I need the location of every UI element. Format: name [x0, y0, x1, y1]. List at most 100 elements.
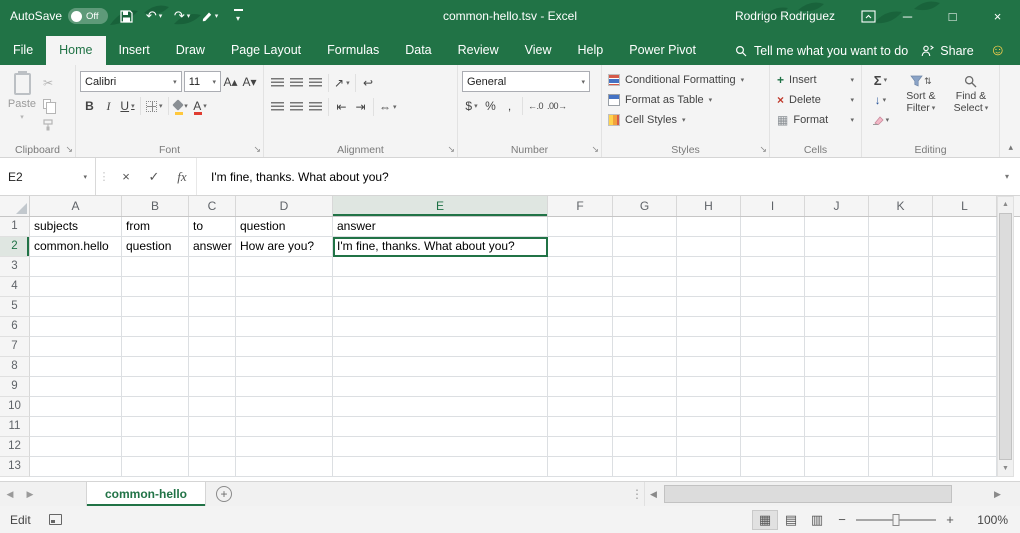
cut-button[interactable]: ✂ — [40, 73, 60, 92]
cell-I6[interactable] — [741, 317, 805, 337]
sort-filter-button[interactable]: ⇅ Sort & Filter ▾ — [897, 70, 945, 130]
percent-style-button[interactable]: % — [481, 96, 500, 116]
cell-F1[interactable] — [548, 217, 613, 237]
zoom-slider-thumb[interactable] — [893, 514, 900, 526]
cell-E4[interactable] — [333, 277, 548, 297]
row-header-13[interactable]: 13 — [0, 457, 30, 477]
column-header-F[interactable]: F — [548, 196, 613, 216]
cell-I13[interactable] — [741, 457, 805, 477]
cell-L6[interactable] — [933, 317, 997, 337]
cell-I10[interactable] — [741, 397, 805, 417]
row-header-12[interactable]: 12 — [0, 437, 30, 457]
cell-A8[interactable] — [30, 357, 122, 377]
cell-G2[interactable] — [613, 237, 677, 257]
font-size-combo[interactable]: 11 ▾ — [184, 71, 221, 92]
cell-K3[interactable] — [869, 257, 933, 277]
row-header-3[interactable]: 3 — [0, 257, 30, 277]
cell-E2[interactable]: I'm fine, thanks. What about you? — [333, 237, 548, 257]
cell-B4[interactable] — [122, 277, 189, 297]
cell-I12[interactable] — [741, 437, 805, 457]
horizontal-scroll-thumb[interactable] — [664, 485, 952, 503]
cell-L2[interactable] — [933, 237, 997, 257]
row-header-5[interactable]: 5 — [0, 297, 30, 317]
cell-J4[interactable] — [805, 277, 869, 297]
cell-A2[interactable]: common.hello — [30, 237, 122, 257]
cell-E9[interactable] — [333, 377, 548, 397]
cell-K1[interactable] — [869, 217, 933, 237]
cell-C11[interactable] — [189, 417, 236, 437]
cell-E12[interactable] — [333, 437, 548, 457]
cell-J1[interactable] — [805, 217, 869, 237]
cell-L11[interactable] — [933, 417, 997, 437]
cell-B1[interactable]: from — [122, 217, 189, 237]
column-header-K[interactable]: K — [869, 196, 933, 216]
column-header-D[interactable]: D — [236, 196, 333, 216]
cell-D10[interactable] — [236, 397, 333, 417]
page-break-view-button[interactable]: ▥ — [804, 510, 830, 530]
decrease-font-size-button[interactable]: A▾ — [240, 72, 259, 92]
cell-G8[interactable] — [613, 357, 677, 377]
cell-J11[interactable] — [805, 417, 869, 437]
cell-D7[interactable] — [236, 337, 333, 357]
collapse-ribbon-button[interactable]: ▴ — [1008, 142, 1013, 153]
middle-align-button[interactable] — [287, 73, 306, 93]
cell-B10[interactable] — [122, 397, 189, 417]
cell-B2[interactable]: question — [122, 237, 189, 257]
align-center-button[interactable] — [287, 97, 306, 117]
cell-H11[interactable] — [677, 417, 741, 437]
column-header-I[interactable]: I — [741, 196, 805, 216]
cell-H2[interactable] — [677, 237, 741, 257]
ribbon-tab-data[interactable]: Data — [392, 36, 444, 65]
copy-button[interactable]: ▾ — [40, 94, 60, 113]
cell-G4[interactable] — [613, 277, 677, 297]
find-select-button[interactable]: Find & Select ▾ — [947, 70, 995, 130]
column-header-E[interactable]: E — [333, 196, 548, 216]
cell-K7[interactable] — [869, 337, 933, 357]
cell-K8[interactable] — [869, 357, 933, 377]
customize-quick-access-button[interactable]: ▾ — [228, 4, 248, 28]
cell-B8[interactable] — [122, 357, 189, 377]
previous-sheet-button[interactable]: ◀ — [0, 482, 20, 506]
horizontal-scroll-track[interactable] — [662, 482, 989, 506]
cell-G13[interactable] — [613, 457, 677, 477]
format-painter-button[interactable] — [40, 115, 60, 134]
cell-H7[interactable] — [677, 337, 741, 357]
font-dialog-launcher[interactable]: ↘ — [253, 144, 261, 155]
clipboard-dialog-launcher[interactable]: ↘ — [65, 144, 73, 155]
cell-G12[interactable] — [613, 437, 677, 457]
undo-button[interactable]: ↶ ▾ — [144, 4, 164, 28]
ribbon-tab-file[interactable]: File — [0, 36, 46, 65]
cell-F3[interactable] — [548, 257, 613, 277]
expand-formula-bar-button[interactable]: ▾ — [994, 158, 1020, 195]
cell-I7[interactable] — [741, 337, 805, 357]
cell-B3[interactable] — [122, 257, 189, 277]
cell-L1[interactable] — [933, 217, 997, 237]
row-header-9[interactable]: 9 — [0, 377, 30, 397]
font-color-button[interactable]: A ▾ — [191, 96, 210, 116]
row-header-7[interactable]: 7 — [0, 337, 30, 357]
vertical-scroll-thumb[interactable] — [999, 213, 1012, 460]
cell-D9[interactable] — [236, 377, 333, 397]
cell-E3[interactable] — [333, 257, 548, 277]
clear-button[interactable]: ▾ — [866, 110, 895, 130]
cell-G6[interactable] — [613, 317, 677, 337]
share-button[interactable]: Share — [909, 36, 985, 65]
feedback-smiley-button[interactable]: ☺ — [986, 36, 1020, 65]
cell-H12[interactable] — [677, 437, 741, 457]
column-header-H[interactable]: H — [677, 196, 741, 216]
macro-record-button[interactable] — [49, 514, 62, 525]
cell-F12[interactable] — [548, 437, 613, 457]
cell-J9[interactable] — [805, 377, 869, 397]
cell-F4[interactable] — [548, 277, 613, 297]
cell-I9[interactable] — [741, 377, 805, 397]
cell-L5[interactable] — [933, 297, 997, 317]
alignment-dialog-launcher[interactable]: ↘ — [447, 144, 455, 155]
cell-H1[interactable] — [677, 217, 741, 237]
cell-K10[interactable] — [869, 397, 933, 417]
cell-L4[interactable] — [933, 277, 997, 297]
cell-I2[interactable] — [741, 237, 805, 257]
cell-A13[interactable] — [30, 457, 122, 477]
cell-K5[interactable] — [869, 297, 933, 317]
cell-C12[interactable] — [189, 437, 236, 457]
cell-D3[interactable] — [236, 257, 333, 277]
